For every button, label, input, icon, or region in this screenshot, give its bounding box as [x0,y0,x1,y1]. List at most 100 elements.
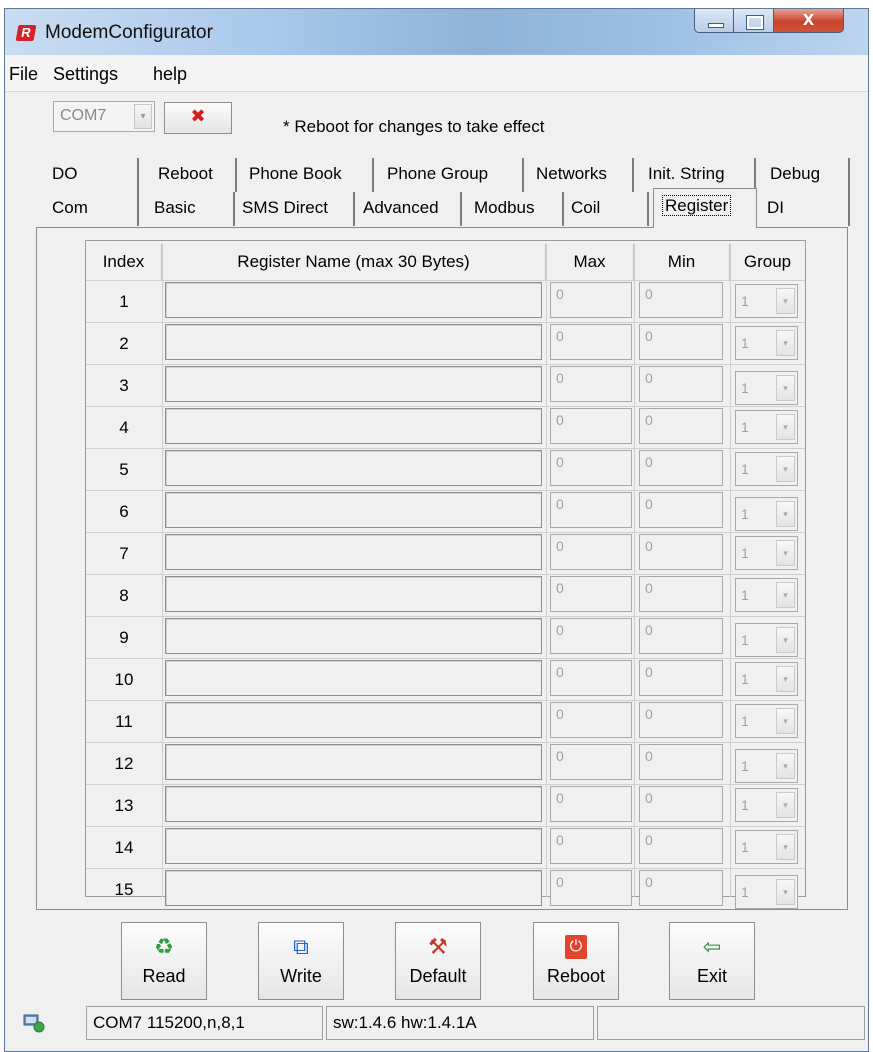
max-input[interactable]: 0 [550,660,632,696]
max-input[interactable]: 0 [550,870,632,906]
group-select[interactable]: 1 ▾ [735,704,798,738]
group-select[interactable]: 1 ▾ [735,326,798,360]
chevron-down-icon[interactable]: ▾ [776,753,795,779]
max-input[interactable]: 0 [550,282,632,318]
min-input[interactable]: 0 [639,492,723,528]
tab-phone-book[interactable]: Phone Book [241,158,374,192]
register-name-input[interactable] [165,324,542,360]
chevron-down-icon[interactable]: ▾ [776,414,795,440]
chevron-down-icon[interactable]: ▾ [776,834,795,860]
min-input[interactable]: 0 [639,282,723,318]
chevron-down-icon[interactable]: ▾ [776,582,795,608]
tab-sms-direct[interactable]: SMS Direct [234,192,355,226]
register-name-input[interactable] [165,660,542,696]
chevron-down-icon[interactable]: ▾ [776,540,795,566]
register-name-input[interactable] [165,786,542,822]
min-input[interactable]: 0 [639,576,723,612]
menu-help[interactable]: help [153,64,187,85]
register-name-input[interactable] [165,576,542,612]
group-select[interactable]: 1 ▾ [735,578,798,612]
menu-file[interactable]: File [9,64,38,85]
tab-di[interactable]: DI [759,192,850,226]
max-input[interactable]: 0 [550,450,632,486]
chevron-down-icon[interactable]: ▾ [776,627,795,653]
tab-reboot[interactable]: Reboot [150,158,237,192]
tab-modbus[interactable]: Modbus [466,192,564,226]
max-input[interactable]: 0 [550,576,632,612]
chevron-down-icon[interactable]: ▾ [776,375,795,401]
group-select[interactable]: 1 ▾ [735,623,798,657]
register-name-input[interactable] [165,282,542,318]
tab-phone-group[interactable]: Phone Group [379,158,524,192]
register-name-input[interactable] [165,366,542,402]
group-select[interactable]: 1 ▾ [735,749,798,783]
register-name-input[interactable] [165,744,542,780]
min-input[interactable]: 0 [639,744,723,780]
exit-button[interactable]: ⇦ Exit [669,922,755,1000]
minimize-button[interactable] [694,9,734,33]
register-name-input[interactable] [165,534,542,570]
tab-basic[interactable]: Basic [146,192,235,226]
min-input[interactable]: 0 [639,366,723,402]
register-name-input[interactable] [165,702,542,738]
min-input[interactable]: 0 [639,702,723,738]
min-input[interactable]: 0 [639,408,723,444]
min-input[interactable]: 0 [639,324,723,360]
register-name-input[interactable] [165,492,542,528]
reboot-button[interactable]: ⏻ Reboot [533,922,619,1000]
max-input[interactable]: 0 [550,324,632,360]
register-name-input[interactable] [165,450,542,486]
min-input[interactable]: 0 [639,870,723,906]
chevron-down-icon[interactable]: ▾ [776,879,795,905]
chevron-down-icon[interactable]: ▾ [776,666,795,692]
max-input[interactable]: 0 [550,702,632,738]
chevron-down-icon[interactable]: ▾ [776,708,795,734]
chevron-down-icon[interactable]: ▾ [776,501,795,527]
group-select[interactable]: 1 ▾ [735,536,798,570]
tab-networks[interactable]: Networks [528,158,634,192]
tab-coil[interactable]: Coil [563,192,649,226]
menu-settings[interactable]: Settings [53,64,118,85]
maximize-button[interactable] [734,9,774,33]
register-name-input[interactable] [165,828,542,864]
close-port-button[interactable]: ✖ [164,102,232,134]
min-input[interactable]: 0 [639,450,723,486]
group-select[interactable]: 1 ▾ [735,371,798,405]
min-input[interactable]: 0 [639,618,723,654]
min-input[interactable]: 0 [639,660,723,696]
tab-init-string[interactable]: Init. String [640,158,756,192]
min-input[interactable]: 0 [639,534,723,570]
default-button[interactable]: ⚒ Default [395,922,481,1000]
chevron-down-icon[interactable]: ▾ [776,456,795,482]
group-select[interactable]: 1 ▾ [735,284,798,318]
close-window-button[interactable]: X [774,9,844,33]
max-input[interactable]: 0 [550,786,632,822]
group-select[interactable]: 1 ▾ [735,662,798,696]
max-input[interactable]: 0 [550,534,632,570]
register-name-input[interactable] [165,870,542,906]
tab-com[interactable]: Com [44,192,139,226]
max-input[interactable]: 0 [550,408,632,444]
group-select[interactable]: 1 ▾ [735,830,798,864]
tab-register[interactable]: Register [653,188,757,228]
write-button[interactable]: ⧉ Write [258,922,344,1000]
register-name-input[interactable] [165,408,542,444]
com-port-select[interactable]: COM7 ▾ [53,101,155,132]
tab-advanced[interactable]: Advanced [355,192,462,226]
max-input[interactable]: 0 [550,492,632,528]
chevron-down-icon[interactable]: ▾ [134,104,152,129]
group-select[interactable]: 1 ▾ [735,497,798,531]
min-input[interactable]: 0 [639,828,723,864]
min-input[interactable]: 0 [639,786,723,822]
read-button[interactable]: ♻ Read [121,922,207,1000]
max-input[interactable]: 0 [550,828,632,864]
group-select[interactable]: 1 ▾ [735,452,798,486]
chevron-down-icon[interactable]: ▾ [776,330,795,356]
chevron-down-icon[interactable]: ▾ [776,288,795,314]
tab-do[interactable]: DO [44,158,139,192]
max-input[interactable]: 0 [550,744,632,780]
group-select[interactable]: 1 ▾ [735,410,798,444]
max-input[interactable]: 0 [550,366,632,402]
register-name-input[interactable] [165,618,542,654]
chevron-down-icon[interactable]: ▾ [776,792,795,818]
